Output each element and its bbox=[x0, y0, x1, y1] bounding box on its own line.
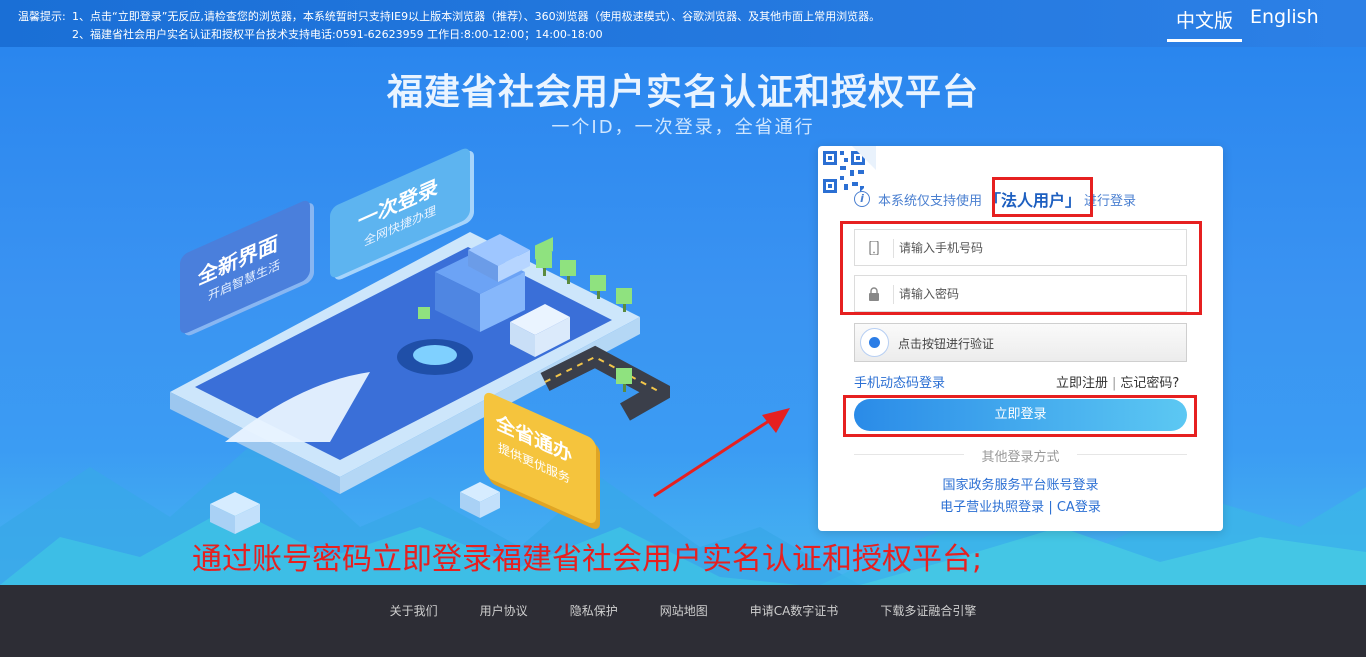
highlight-box-login-button bbox=[843, 395, 1197, 437]
captcha-verify-button[interactable]: 点击按钮进行验证 bbox=[854, 323, 1187, 362]
footer-link-ca-cert[interactable]: 申请CA数字证书 bbox=[750, 602, 839, 619]
notice-line-1: 1、点击“立即登录”无反应,请检查您的浏览器，本系统暂时只支持IE9以上版本浏览… bbox=[72, 10, 881, 23]
hero-subtitle: 一个ID，一次登录，全省通行 bbox=[551, 117, 815, 138]
footer-link-about[interactable]: 关于我们 bbox=[390, 602, 438, 619]
footer-links: 关于我们 用户协议 隐私保护 网站地图 申请CA数字证书 下载多证融合引擎 bbox=[0, 602, 1366, 619]
hero-title: 福建省社会用户实名认证和授权平台 bbox=[386, 72, 979, 113]
verify-knob-icon bbox=[860, 328, 889, 357]
highlight-box-legal-user bbox=[992, 177, 1093, 217]
gov-account-login-link[interactable]: 国家政务服务平台账号登录 bbox=[818, 474, 1223, 493]
link-separator: | bbox=[1112, 376, 1117, 391]
login-card: i 本系统仅支持使用 「法人用户」 进行登录 点击按钮进行验证 手机动态码登录 … bbox=[818, 146, 1223, 531]
other-methods-divider: 其他登录方式 bbox=[854, 446, 1187, 465]
ca-login-link[interactable]: CA登录 bbox=[1057, 500, 1101, 515]
tip-prefix: 本系统仅支持使用 bbox=[878, 193, 983, 209]
alt-separator: | bbox=[1048, 500, 1053, 515]
footer-link-privacy[interactable]: 隐私保护 bbox=[570, 602, 618, 619]
account-links: 立即注册 | 忘记密码? bbox=[1056, 372, 1179, 391]
footer: 关于我们 用户协议 隐私保护 网站地图 申请CA数字证书 下载多证融合引擎 bbox=[0, 585, 1366, 657]
footer-link-agreement[interactable]: 用户协议 bbox=[480, 602, 528, 619]
highlight-box-credentials bbox=[840, 221, 1202, 315]
footer-link-sitemap[interactable]: 网站地图 bbox=[660, 602, 708, 619]
annotation-arrow bbox=[653, 408, 790, 498]
forgot-password-link[interactable]: 忘记密码? bbox=[1120, 376, 1179, 391]
info-icon: i bbox=[854, 191, 870, 207]
lang-chinese-tab[interactable]: 中文版 bbox=[1167, 6, 1243, 42]
other-methods-label: 其他登录方式 bbox=[981, 450, 1060, 465]
verify-label: 点击按钮进行验证 bbox=[898, 337, 995, 351]
business-license-login-link[interactable]: 电子营业执照登录 bbox=[940, 500, 1044, 515]
register-link[interactable]: 立即注册 bbox=[1056, 376, 1108, 391]
alt-login-row: 电子营业执照登录 | CA登录 bbox=[818, 496, 1223, 515]
lang-english-tab[interactable]: English bbox=[1250, 6, 1319, 28]
notice-label: 温馨提示: bbox=[18, 10, 66, 23]
annotation-text: 通过账号密码立即登录福建省社会用户实名认证和授权平台; bbox=[192, 542, 983, 577]
notice-bar: 温馨提示: 1、点击“立即登录”无反应,请检查您的浏览器，本系统暂时只支持IE9… bbox=[0, 0, 1366, 47]
sms-login-link[interactable]: 手机动态码登录 bbox=[854, 372, 945, 391]
footer-link-download-engine[interactable]: 下载多证融合引擎 bbox=[880, 602, 976, 619]
notice-line-2: 2、福建省社会用户实名认证和授权平台技术支持电话:0591-62623959 工… bbox=[72, 28, 603, 41]
